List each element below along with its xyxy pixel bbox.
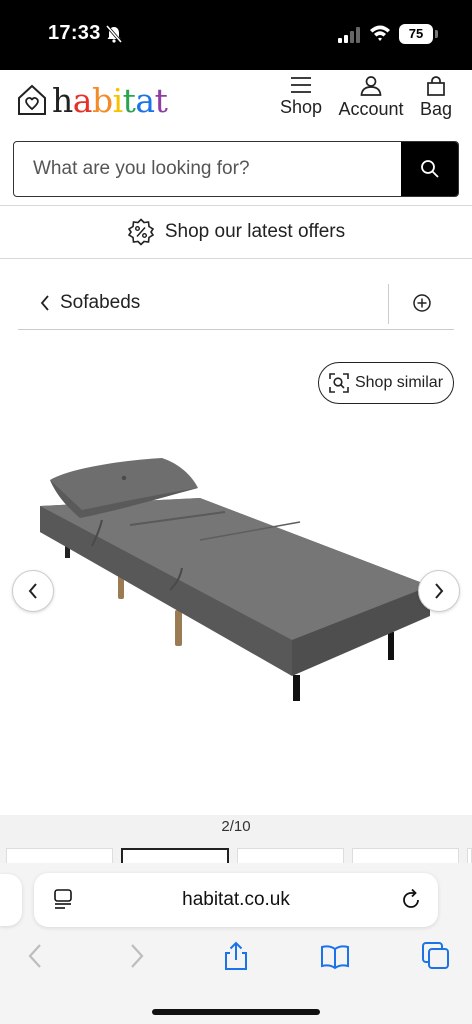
thumbnail-strip [0,839,472,868]
search-input[interactable] [14,142,402,196]
logo-text: habitat [52,80,168,120]
breadcrumb-label: Sofabeds [60,292,141,313]
carousel-prev-button[interactable] [12,570,54,612]
site-header: habitat Shop Account Bag [0,70,472,136]
bell-muted-icon [105,25,123,43]
address-bar[interactable]: habitat.co.uk [34,873,438,927]
tabs-icon[interactable] [421,941,451,971]
expand-plus-icon[interactable] [412,293,432,313]
wifi-icon [370,25,390,41]
signal-icon [338,27,360,43]
nav-account-label: Account [338,99,404,119]
forward-arrow-icon[interactable] [122,941,152,971]
nav-shop[interactable]: Shop [278,76,324,118]
chevron-right-icon [435,583,444,599]
shop-similar-button[interactable]: Shop similar [318,362,454,404]
browser-bottom-bar: habitat.co.uk [0,863,472,1024]
chevron-left-icon [28,583,37,599]
user-icon [360,76,382,96]
nav-bag-label: Bag [419,99,453,119]
home-indicator[interactable] [152,1009,320,1015]
battery-indicator: 75 [399,24,433,44]
bag-icon [427,76,445,96]
nav-shop-label: Shop [279,97,323,117]
status-bar: 17:33 75 [0,0,472,70]
battery-cap [435,30,438,38]
menu-icon [291,77,311,93]
house-heart-icon [18,84,46,115]
share-icon[interactable] [221,941,251,971]
image-counter: 2/10 [0,815,472,839]
breadcrumb: Sofabeds [18,282,454,330]
search-icon [420,160,439,178]
discount-badge-icon [127,218,154,246]
shop-similar-label: Shop similar [354,374,444,391]
nav-bag[interactable]: Bag [416,76,456,120]
search-box [13,141,459,197]
reload-icon[interactable] [400,889,422,911]
offers-banner[interactable]: Shop our latest offers [0,206,472,258]
breadcrumb-back-link[interactable]: Sofabeds [40,292,140,314]
chevron-left-icon [40,295,49,311]
back-arrow-icon[interactable] [20,941,50,971]
divider [0,258,472,259]
url-text: habitat.co.uk [182,889,290,910]
bookmarks-icon[interactable] [320,941,350,971]
habitat-logo[interactable]: habitat [16,80,168,120]
carousel-next-button[interactable] [418,570,460,612]
previous-tab-edge[interactable] [0,874,22,926]
product-image-sofabed [40,458,430,701]
search-button[interactable] [401,142,458,196]
breadcrumb-divider [388,284,389,324]
offers-label: Shop our latest offers [164,221,346,242]
visual-search-icon [329,373,349,393]
status-time: 17:33 [48,22,101,44]
nav-account[interactable]: Account [336,76,406,120]
